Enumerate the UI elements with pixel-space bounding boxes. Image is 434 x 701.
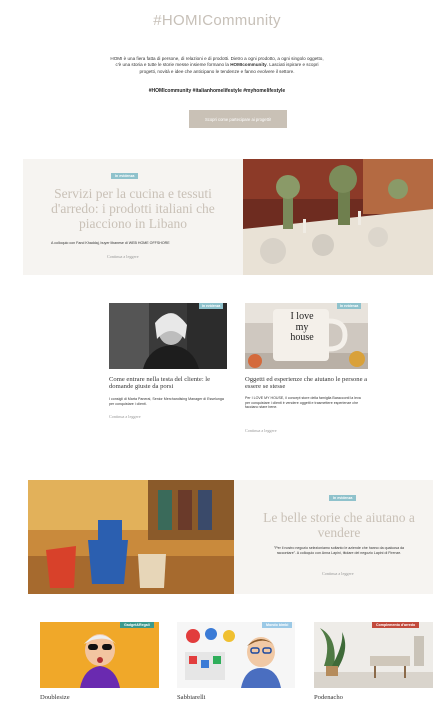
category-tag: Complemento d'arredo	[372, 622, 420, 628]
mug-line: I love	[290, 311, 314, 322]
category-tag: Mondo bimbi	[262, 622, 293, 628]
mug-text: I love my house	[275, 311, 329, 344]
product-label[interactable]: Sabbiarelli	[177, 694, 206, 701]
intro-line-part: . Lasciati ispirare e scopri	[266, 62, 319, 68]
article-text: Per I LOVE MY HOUSE, il concept store de…	[245, 396, 361, 410]
feature-card-stories[interactable]: In evidenza Le belle storie che aiutano …	[234, 480, 433, 594]
shop-interior-image[interactable]	[28, 480, 234, 594]
portrait-illustration	[109, 303, 227, 369]
feature-tag: In evidenza	[329, 495, 357, 501]
article-title[interactable]: Come entrare nella testa del cliente: le…	[109, 376, 229, 391]
intro-text: HOMI è una fiera fatta di persone, di re…	[92, 56, 342, 75]
intro-line-part: c'è una storia e tutte le storie messe i…	[115, 62, 231, 68]
feature-tag: In evidenza	[111, 173, 139, 179]
article-tag: In evidenza	[337, 303, 362, 309]
podenacho-image[interactable]	[314, 622, 433, 688]
feature-subtitle: A colloquio con Fand Khaddaj, buyer liba…	[51, 241, 170, 245]
participate-button[interactable]: Scopri come partecipare ai progetti!	[189, 110, 287, 128]
feature-text: "Per il nostro negozio selezioniamo solt…	[273, 546, 405, 555]
read-more-link[interactable]: Continua a leggere	[109, 414, 141, 419]
intro-line: progetti, novità e idee che anticipano l…	[139, 68, 295, 74]
article-text: I consigli di Marta Panerai, Senior Merc…	[109, 397, 224, 406]
article-title[interactable]: Oggetti ed esperienze che aiutano le per…	[245, 376, 370, 391]
doublesize-illustration	[40, 622, 159, 688]
table-setting-illustration	[243, 159, 433, 275]
page-title: #HOMICommunity	[153, 12, 281, 29]
hashtags: #HOMIcommunity #italianhomelifestyle #my…	[148, 88, 286, 94]
sabbiarelli-image[interactable]	[177, 622, 295, 688]
category-tag: Gadget&Regali	[120, 622, 154, 628]
shop-interior-illustration	[28, 480, 234, 594]
merchandising-manager-image[interactable]	[109, 303, 227, 369]
intro-line: c'è una storia e tutte le storie messe i…	[92, 62, 342, 68]
podenacho-illustration	[314, 622, 433, 688]
article-tag: In evidenza	[199, 303, 224, 309]
product-label[interactable]: Podenacho	[314, 694, 343, 701]
sabbiarelli-illustration	[177, 622, 295, 688]
read-more-link[interactable]: Continua a leggere	[322, 571, 354, 576]
mug-line: house	[290, 332, 314, 343]
doublesize-image[interactable]	[40, 622, 159, 688]
product-label[interactable]: Doublesize	[40, 694, 70, 701]
feature-title[interactable]: Servizi per la cucina e tessuti d'arredo…	[37, 186, 229, 231]
i-love-my-house-image[interactable]: I love my house	[245, 303, 368, 369]
feature-title[interactable]: Le belle storie che aiutano a vendere	[244, 510, 434, 540]
read-more-link[interactable]: Continua a leggere	[245, 428, 277, 433]
feature-card-lebanon[interactable]: In evidenza Servizi per la cucina e tess…	[23, 159, 243, 275]
read-more-link[interactable]: Continua a leggere	[107, 254, 139, 259]
intro-community-bold: HOMIcommunity	[230, 62, 267, 68]
table-setting-image[interactable]	[243, 159, 433, 275]
